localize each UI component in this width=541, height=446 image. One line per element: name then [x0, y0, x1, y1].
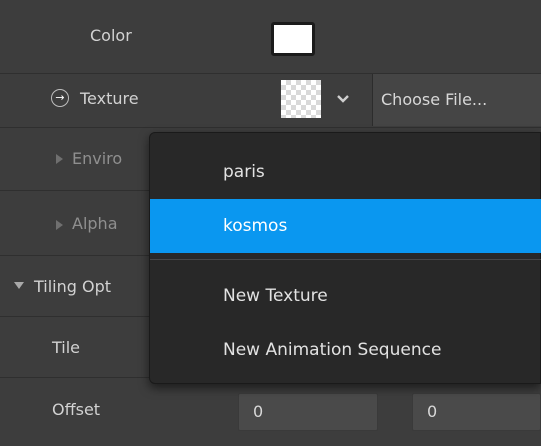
menu-item-kosmos[interactable]: kosmos [150, 199, 541, 253]
menu-item-new-texture[interactable]: New Texture [150, 269, 541, 323]
texture-row: → Texture Choose File... [0, 74, 541, 128]
texture-dropdown-menu: paris kosmos New Texture New Animation S… [149, 132, 541, 384]
tile-label: Tile [52, 338, 81, 357]
triangle-right-icon[interactable] [56, 220, 63, 230]
color-label: Color [90, 26, 132, 45]
menu-item-new-animation-sequence[interactable]: New Animation Sequence [150, 323, 541, 377]
choose-file-button[interactable]: Choose File... [372, 74, 541, 126]
alpha-label: Alpha [72, 214, 118, 233]
chevron-down-icon[interactable] [334, 92, 352, 106]
texture-label: Texture [80, 89, 139, 108]
environment-label: Enviro [72, 149, 123, 168]
offset-y-input[interactable]: 0 [412, 393, 541, 431]
color-swatch[interactable] [271, 22, 315, 56]
menu-item-paris[interactable]: paris [150, 145, 541, 199]
triangle-right-icon[interactable] [56, 154, 63, 164]
menu-separator [150, 259, 541, 260]
offset-x-input[interactable]: 0 [238, 393, 378, 431]
color-row: Color [0, 0, 541, 74]
texture-thumbnail[interactable] [281, 80, 321, 118]
offset-label: Offset [52, 400, 101, 419]
tiling-options-label: Tiling Opt [34, 277, 112, 296]
triangle-down-icon[interactable] [14, 282, 24, 289]
arrow-circle-icon[interactable]: → [51, 89, 69, 107]
